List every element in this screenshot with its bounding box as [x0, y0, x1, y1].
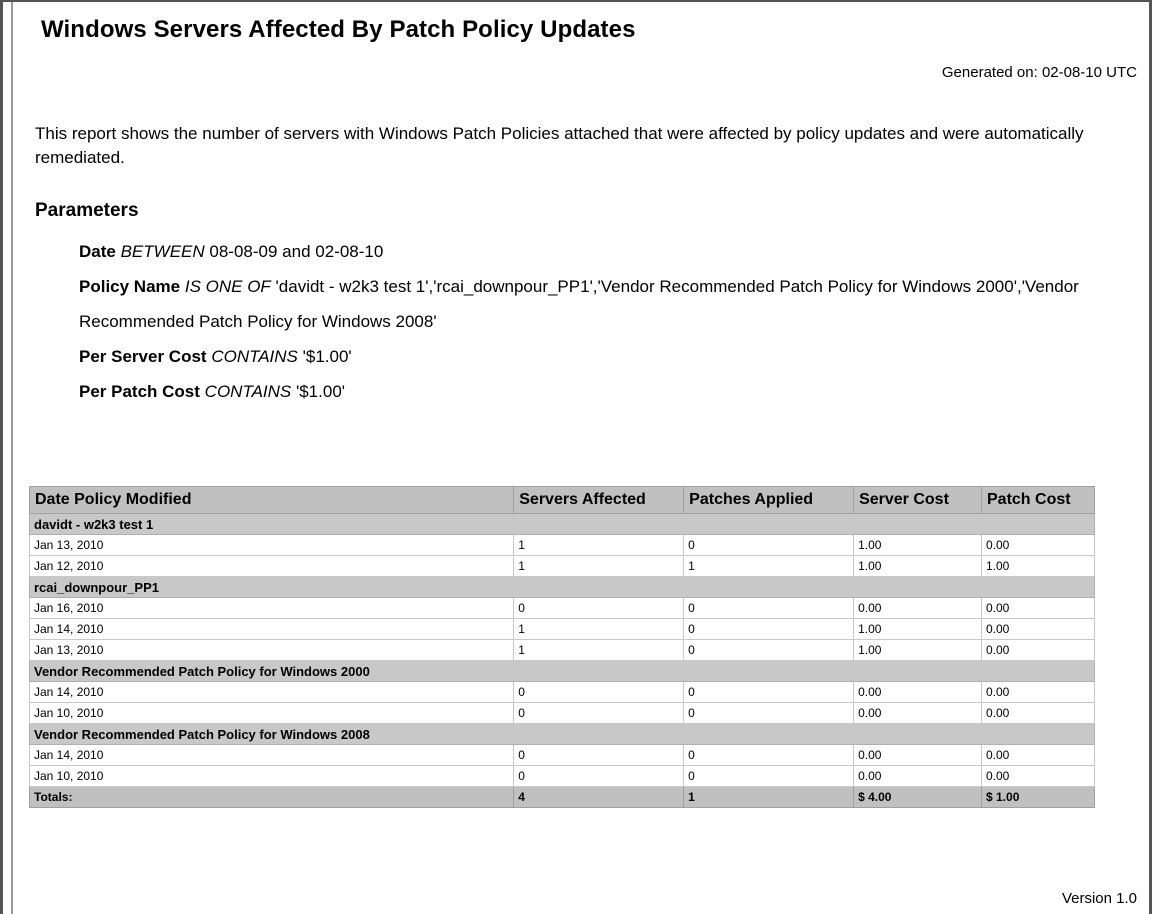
- table-cell: 1.00: [853, 534, 982, 556]
- table-cell: Jan 16, 2010: [28, 597, 515, 619]
- table-cell: 0.00: [981, 639, 1095, 661]
- group-row: davidt - w2k3 test 1: [29, 513, 1095, 535]
- table-cell: 0: [683, 765, 855, 787]
- totals-cell: Totals:: [28, 786, 515, 808]
- table-cell: 1.00: [853, 618, 982, 640]
- table-cell: 0.00: [853, 681, 982, 703]
- parameter-per-server-cost: Per Server Cost CONTAINS '$1.00': [79, 347, 352, 366]
- parameters-list: Date BETWEEN 08-08-09 and 02-08-10 Polic…: [79, 234, 1154, 409]
- table-cell: Jan 13, 2010: [28, 639, 515, 661]
- table-cell: 1.00: [853, 555, 982, 577]
- table-cell: Jan 14, 2010: [28, 681, 515, 703]
- parameter-per-patch-cost: Per Patch Cost CONTAINS '$1.00': [79, 382, 346, 401]
- table-cell: 1: [513, 618, 685, 640]
- totals-cell: $ 1.00: [981, 786, 1095, 808]
- table-cell: 0.00: [981, 681, 1095, 703]
- parameter-date: Date BETWEEN 08-08-09 and 02-08-10: [79, 242, 384, 261]
- table-cell: 0: [513, 597, 685, 619]
- table-row: Jan 10, 2010 0 0 0.00 0.00: [28, 765, 1095, 787]
- column-header: Date Policy Modified: [28, 486, 515, 514]
- table-cell: 0: [683, 534, 855, 556]
- table-cell: 0: [683, 597, 855, 619]
- table-row: Jan 10, 2010 0 0 0.00 0.00: [28, 702, 1095, 724]
- column-header: Patches Applied: [683, 486, 855, 514]
- report-table: Date Policy Modified Servers Affected Pa…: [28, 486, 1095, 808]
- table-cell: 0: [513, 702, 685, 724]
- group-row: Vendor Recommended Patch Policy for Wind…: [29, 660, 1095, 682]
- table-cell: 1: [513, 639, 685, 661]
- table-cell: 0.00: [853, 597, 982, 619]
- report-frame: Windows Servers Affected By Patch Policy…: [0, 0, 1152, 914]
- table-cell: 0.00: [981, 618, 1095, 640]
- table-cell: Jan 13, 2010: [28, 534, 515, 556]
- report-title: Windows Servers Affected By Patch Policy…: [41, 16, 636, 43]
- table-cell: Jan 10, 2010: [28, 702, 515, 724]
- table-cell: Jan 14, 2010: [28, 744, 515, 766]
- table-cell: 0.00: [981, 597, 1095, 619]
- column-header: Patch Cost: [981, 486, 1095, 514]
- table-cell: 0: [683, 639, 855, 661]
- group-name: davidt - w2k3 test 1: [29, 513, 1095, 535]
- table-cell: 0.00: [981, 765, 1095, 787]
- table-cell: 0.00: [853, 744, 982, 766]
- group-name: Vendor Recommended Patch Policy for Wind…: [29, 723, 1095, 745]
- table-cell: Jan 10, 2010: [28, 765, 515, 787]
- table-cell: 0: [683, 702, 855, 724]
- totals-row: Totals: 4 1 $ 4.00 $ 1.00: [28, 786, 1095, 808]
- column-header: Servers Affected: [513, 486, 685, 514]
- table-cell: 0: [513, 681, 685, 703]
- report-body: Windows Servers Affected By Patch Policy…: [11, 2, 1149, 914]
- totals-cell: 4: [513, 786, 685, 808]
- table-row: Jan 14, 2010 0 0 0.00 0.00: [28, 744, 1095, 766]
- table-cell: 1.00: [981, 555, 1095, 577]
- group-name: Vendor Recommended Patch Policy for Wind…: [29, 660, 1095, 682]
- table-cell: 0.00: [981, 702, 1095, 724]
- table-cell: 1: [513, 555, 685, 577]
- group-name: rcai_downpour_PP1: [29, 576, 1095, 598]
- group-row: Vendor Recommended Patch Policy for Wind…: [29, 723, 1095, 745]
- table-row: Jan 14, 2010 1 0 1.00 0.00: [28, 618, 1095, 640]
- totals-cell: 1: [683, 786, 855, 808]
- table-cell: 0: [683, 618, 855, 640]
- table-row: Jan 14, 2010 0 0 0.00 0.00: [28, 681, 1095, 703]
- table-cell: Jan 12, 2010: [28, 555, 515, 577]
- table-header-row: Date Policy Modified Servers Affected Pa…: [28, 486, 1095, 514]
- parameter-policy-name: Policy Name IS ONE OF 'davidt - w2k3 tes…: [79, 277, 1079, 331]
- table-row: Jan 13, 2010 1 0 1.00 0.00: [28, 534, 1095, 556]
- column-header: Server Cost: [853, 486, 982, 514]
- table-cell: 0.00: [981, 534, 1095, 556]
- table-cell: 0: [683, 744, 855, 766]
- table-cell: 0: [513, 744, 685, 766]
- table-cell: 1.00: [853, 639, 982, 661]
- table-row: Jan 16, 2010 0 0 0.00 0.00: [28, 597, 1095, 619]
- generated-date: Generated on: 02-08-10 UTC: [941, 64, 1137, 81]
- table-cell: 0.00: [853, 765, 982, 787]
- table-cell: 0.00: [853, 702, 982, 724]
- report-description: This report shows the number of servers …: [35, 124, 1084, 167]
- table-cell: 1: [513, 534, 685, 556]
- table-cell: 1: [683, 555, 855, 577]
- table-row: Jan 13, 2010 1 0 1.00 0.00: [28, 639, 1095, 661]
- table-row: Jan 12, 2010 1 1 1.00 1.00: [28, 555, 1095, 577]
- totals-cell: $ 4.00: [853, 786, 982, 808]
- group-row: rcai_downpour_PP1: [29, 576, 1095, 598]
- report-version: Version 1.0: [1061, 890, 1137, 907]
- table-cell: Jan 14, 2010: [28, 618, 515, 640]
- table-cell: 0: [683, 681, 855, 703]
- table-cell: 0.00: [981, 744, 1095, 766]
- table-cell: 0: [513, 765, 685, 787]
- parameters-heading: Parameters: [35, 200, 139, 221]
